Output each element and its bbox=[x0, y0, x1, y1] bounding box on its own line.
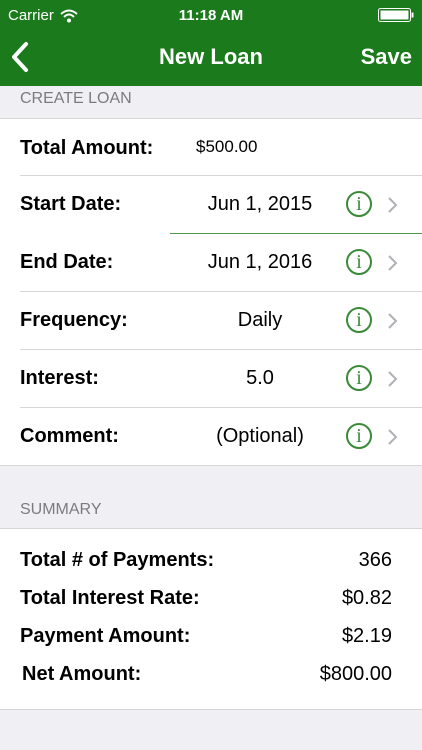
interest-value: 5.0 bbox=[246, 367, 274, 389]
app-header: Carrier 11:18 AM New Loan Save bbox=[0, 0, 422, 86]
total-amount-label: Total Amount: bbox=[20, 137, 154, 159]
total-payments-label: Total # of Payments: bbox=[20, 549, 215, 571]
frequency-info-icon[interactable]: i bbox=[346, 307, 372, 333]
end-date-info-icon[interactable]: i bbox=[346, 249, 372, 275]
comment-chevron-right-icon bbox=[388, 429, 398, 445]
navigation-bar: New Loan Save bbox=[0, 30, 422, 86]
payment-amount-row: Payment Amount: $2.19 bbox=[0, 617, 422, 655]
create-loan-card: Total Amount: $500.00 Start Date: Jun 1,… bbox=[0, 118, 422, 466]
start-date-row[interactable]: Start Date: Jun 1, 2015 i bbox=[0, 175, 422, 233]
interest-row[interactable]: Interest: 5.0 i bbox=[0, 349, 422, 407]
net-amount-row: Net Amount: $800.00 bbox=[0, 655, 422, 693]
frequency-value: Daily bbox=[237, 309, 283, 331]
net-amount-label: Net Amount: bbox=[22, 663, 142, 685]
start-date-label: Start Date: bbox=[20, 193, 122, 215]
net-amount-value: $800.00 bbox=[319, 663, 392, 685]
end-date-chevron-right-icon bbox=[388, 255, 398, 271]
create-loan-section-header: CREATE LOAN bbox=[20, 90, 132, 107]
end-date-value: Jun 1, 2016 bbox=[207, 251, 313, 273]
page-title: New Loan bbox=[159, 44, 263, 69]
comment-value: (Optional) bbox=[216, 425, 304, 447]
frequency-label: Frequency: bbox=[20, 309, 128, 331]
summary-card: Total # of Payments: 366 Total Interest … bbox=[0, 528, 422, 710]
total-payments-row: Total # of Payments: 366 bbox=[0, 541, 422, 579]
total-amount-row[interactable]: Total Amount: $500.00 bbox=[0, 119, 422, 175]
total-amount-value[interactable]: $500.00 bbox=[140, 137, 320, 157]
status-bar: Carrier 11:18 AM bbox=[0, 0, 422, 30]
start-date-info-icon[interactable]: i bbox=[346, 191, 372, 217]
summary-section-header: SUMMARY bbox=[20, 501, 102, 518]
interest-label: Interest: bbox=[20, 367, 99, 389]
status-time: 11:18 AM bbox=[178, 7, 244, 24]
battery-icon bbox=[378, 8, 414, 22]
payment-amount-label: Payment Amount: bbox=[20, 625, 191, 647]
end-date-label: End Date: bbox=[20, 251, 114, 273]
comment-row[interactable]: Comment: (Optional) i bbox=[0, 407, 422, 465]
start-date-value: Jun 1, 2015 bbox=[207, 193, 313, 215]
total-interest-label: Total Interest Rate: bbox=[20, 587, 200, 609]
total-payments-value: 366 bbox=[358, 549, 392, 571]
total-interest-value: $0.82 bbox=[341, 587, 392, 609]
comment-label: Comment: bbox=[20, 425, 119, 447]
frequency-row[interactable]: Frequency: Daily i bbox=[0, 291, 422, 349]
interest-chevron-right-icon bbox=[388, 371, 398, 387]
total-interest-row: Total Interest Rate: $0.82 bbox=[0, 579, 422, 617]
frequency-chevron-right-icon bbox=[388, 313, 398, 329]
comment-info-icon[interactable]: i bbox=[346, 423, 372, 449]
save-button[interactable]: Save bbox=[361, 44, 412, 70]
interest-info-icon[interactable]: i bbox=[346, 365, 372, 391]
payment-amount-value: $2.19 bbox=[341, 625, 392, 647]
end-date-row[interactable]: End Date: Jun 1, 2016 i bbox=[0, 233, 422, 291]
start-date-chevron-right-icon bbox=[388, 197, 398, 213]
